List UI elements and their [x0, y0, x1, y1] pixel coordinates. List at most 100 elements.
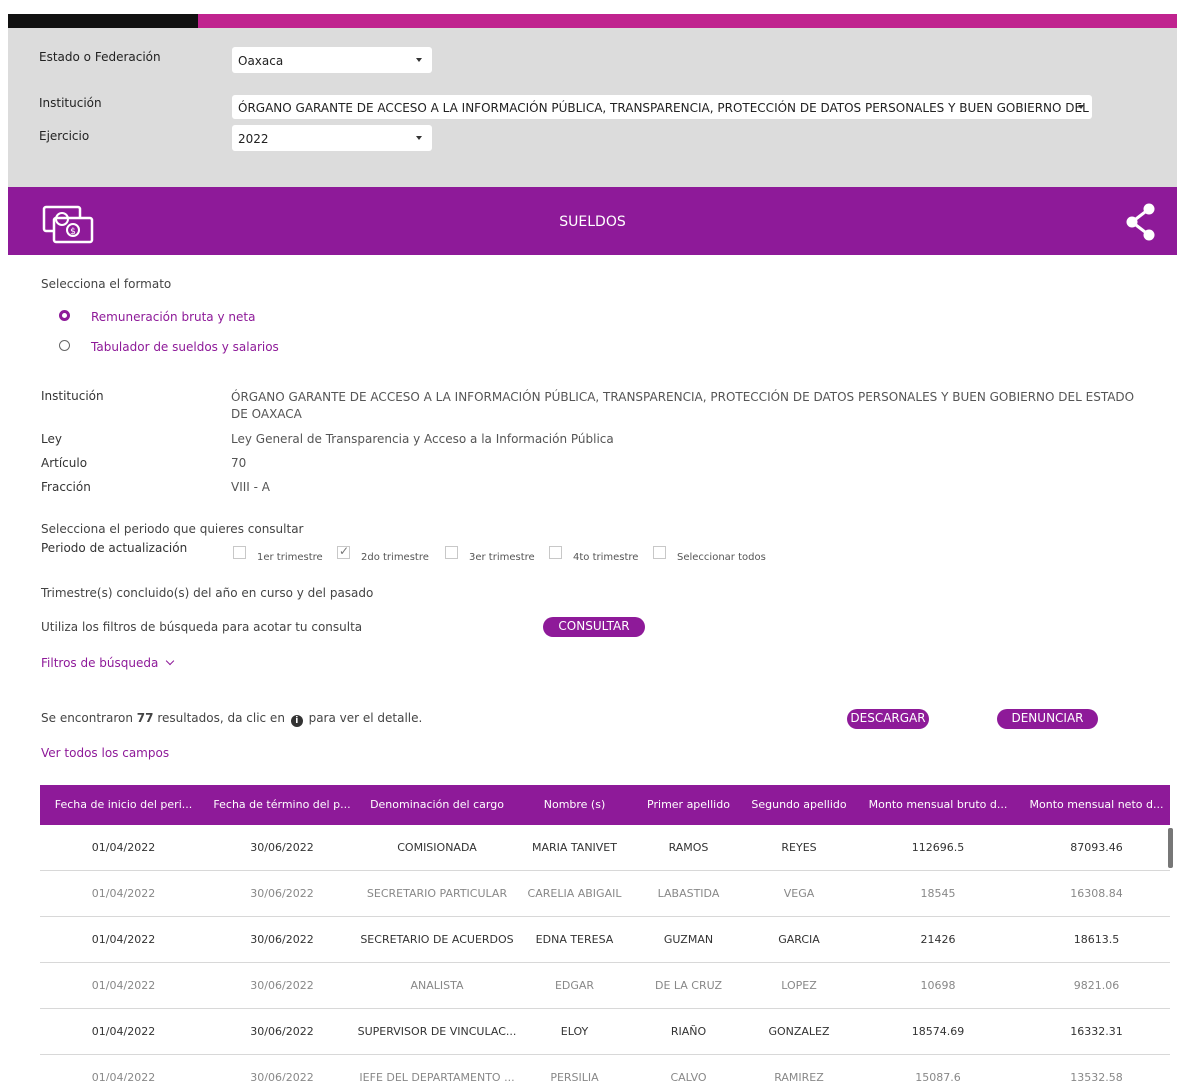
- filtros-link[interactable]: Filtros de búsqueda: [41, 656, 175, 670]
- table-cell: 01/04/2022: [91, 1025, 156, 1038]
- table-cell: 13532.58: [1070, 1071, 1123, 1081]
- table-cell: EDGAR: [554, 979, 595, 992]
- table-cell: MARIA TANIVET: [532, 841, 617, 854]
- ejercicio-select[interactable]: 2022: [232, 125, 432, 151]
- table-cell: RAMOS: [668, 841, 709, 854]
- table-cell: VEGA: [783, 887, 815, 900]
- table-cell: 01/04/2022: [91, 933, 156, 946]
- info-institucion-label: Institución: [41, 389, 104, 403]
- table-cell: 30/06/2022: [250, 979, 314, 992]
- table-header-cell[interactable]: Fecha de inicio del peri...: [40, 785, 207, 825]
- checkbox-1er-trimestre-label: 1er trimestre: [257, 552, 323, 563]
- table-cell: 10698: [920, 979, 956, 992]
- radio-tabulador-label[interactable]: Tabulador de sueldos y salarios: [91, 340, 279, 354]
- consulta-hint: Utiliza los filtros de búsqueda para aco…: [41, 620, 363, 634]
- results-count: 77: [136, 711, 154, 725]
- radio-tabulador[interactable]: [59, 340, 70, 351]
- info-articulo-value: 70: [231, 456, 247, 470]
- table-cell: 01/04/2022: [91, 887, 156, 900]
- table-cell: GARCIA: [778, 933, 820, 946]
- table-header-cell[interactable]: Denominación del cargo: [357, 785, 517, 825]
- table-cell: SECRETARIO PARTICULAR: [366, 887, 508, 900]
- table-row[interactable]: 01/04/2022 30/06/2022 SECRETARIO DE ACUE…: [40, 917, 1170, 963]
- banner-title: SUELDOS: [559, 214, 626, 230]
- table-row[interactable]: 01/04/2022 30/06/2022 SECRETARIO PARTICU…: [40, 871, 1170, 917]
- table-cell: JEFE DEL DEPARTAMENTO ...: [359, 1071, 515, 1081]
- table-header-cell[interactable]: Monto mensual bruto d...: [853, 785, 1023, 825]
- info-institucion-value: ÓRGANO GARANTE DE ACCESO A LA INFORMACIÓ…: [231, 390, 1135, 421]
- consultar-button[interactable]: CONSULTAR: [543, 617, 645, 637]
- table-header-cell[interactable]: Fecha de término del p...: [207, 785, 357, 825]
- table-cell: 01/04/2022: [91, 1071, 156, 1081]
- table-cell: ANALISTA: [410, 979, 464, 992]
- top-color-bar: [8, 14, 1177, 28]
- table-header-cell[interactable]: Segundo apellido: [745, 785, 853, 825]
- table-cell: 30/06/2022: [250, 887, 314, 900]
- table-cell: 112696.5: [911, 841, 965, 854]
- ejercicio-label: Ejercicio: [39, 129, 90, 143]
- table-scrollbar[interactable]: [1168, 828, 1173, 868]
- table-cell: GUZMAN: [663, 933, 714, 946]
- formato-label: Selecciona el formato: [41, 277, 172, 291]
- share-icon[interactable]: [1125, 203, 1157, 244]
- table-cell: 30/06/2022: [250, 933, 314, 946]
- table-cell: LABASTIDA: [657, 887, 720, 900]
- table-cell: REYES: [781, 841, 817, 854]
- periodo-label: Periodo de actualización: [41, 541, 188, 555]
- table-header-cell[interactable]: Monto mensual neto d...: [1023, 785, 1170, 825]
- estado-select[interactable]: Oaxaca: [232, 47, 432, 73]
- table-cell: 15087.6: [915, 1071, 961, 1081]
- table-cell: 87093.46: [1070, 841, 1123, 854]
- checkbox-1er-trimestre[interactable]: [233, 546, 246, 559]
- descargar-button[interactable]: DESCARGAR: [847, 709, 929, 729]
- info-fraccion-label: Fracción: [41, 480, 91, 494]
- checkbox-seleccionar-todos-label: Seleccionar todos: [677, 552, 766, 563]
- table-row[interactable]: 01/04/2022 30/06/2022 JEFE DEL DEPARTAME…: [40, 1055, 1170, 1081]
- checkbox-4to-trimestre[interactable]: [549, 546, 562, 559]
- results-prefix: Se encontraron: [41, 711, 133, 725]
- table-cell: PERSILIA: [550, 1071, 599, 1081]
- checkbox-2do-trimestre[interactable]: [337, 544, 350, 559]
- radio-remuneracion[interactable]: [59, 310, 70, 321]
- table-cell: 01/04/2022: [91, 979, 156, 992]
- estado-select-value: Oaxaca: [238, 54, 284, 68]
- table-cell: 18613.5: [1073, 933, 1120, 946]
- chevron-down-icon: [416, 58, 422, 62]
- filters-panel: Estado o Federación Oaxaca Institución Ó…: [8, 28, 1177, 187]
- table-cell: SUPERVISOR DE VINCULAC...: [357, 1025, 517, 1038]
- table-cell: 30/06/2022: [250, 1025, 314, 1038]
- table-cell: SECRETARIO DE ACUERDOS: [360, 933, 514, 946]
- table-cell: COMISIONADA: [397, 841, 477, 854]
- table-cell: DE LA CRUZ: [654, 979, 723, 992]
- ver-todos-campos-link[interactable]: Ver todos los campos: [41, 746, 169, 760]
- info-ley-value: Ley General de Transparencia y Acceso a …: [231, 432, 614, 446]
- institucion-select[interactable]: ÓRGANO GARANTE DE ACCESO A LA INFORMACIÓ…: [232, 95, 1092, 119]
- chevron-down-icon: [1078, 105, 1084, 109]
- table-cell: 16332.31: [1070, 1025, 1123, 1038]
- table-header-cell[interactable]: Nombre (s): [517, 785, 632, 825]
- info-icon: i: [290, 715, 303, 727]
- table-cell: 18574.69: [911, 1025, 965, 1038]
- table-cell: LOPEZ: [781, 979, 817, 992]
- results-summary: Se encontraron 77 resultados, da clic en…: [41, 711, 422, 727]
- table-cell: 30/06/2022: [250, 1071, 314, 1081]
- table-row[interactable]: 01/04/2022 30/06/2022 COMISIONADA MARIA …: [40, 825, 1170, 871]
- table-row[interactable]: 01/04/2022 30/06/2022 ANALISTA EDGAR DE …: [40, 963, 1170, 1009]
- chevron-down-icon: [416, 136, 422, 140]
- sueldos-banner: $ SUELDOS: [8, 187, 1177, 255]
- table-cell: 21426: [920, 933, 956, 946]
- top-bar-black-segment: [8, 14, 198, 28]
- chevron-down-icon: [165, 656, 175, 666]
- checkbox-4to-trimestre-label: 4to trimestre: [573, 552, 639, 563]
- results-middle: resultados, da clic en: [157, 711, 285, 725]
- checkbox-3er-trimestre[interactable]: [445, 546, 458, 559]
- table-row[interactable]: 01/04/2022 30/06/2022 SUPERVISOR DE VINC…: [40, 1009, 1170, 1055]
- checkbox-seleccionar-todos[interactable]: [653, 546, 666, 559]
- radio-remuneracion-label[interactable]: Remuneración bruta y neta: [91, 310, 255, 324]
- institucion-label: Institución: [39, 96, 102, 110]
- periodo-prompt: Selecciona el periodo que quieres consul…: [41, 522, 304, 536]
- denunciar-button[interactable]: DENUNCIAR: [997, 709, 1098, 729]
- table-cell: ELOY: [560, 1025, 589, 1038]
- table-header-cell[interactable]: Primer apellido: [632, 785, 745, 825]
- ejercicio-select-value: 2022: [238, 132, 269, 146]
